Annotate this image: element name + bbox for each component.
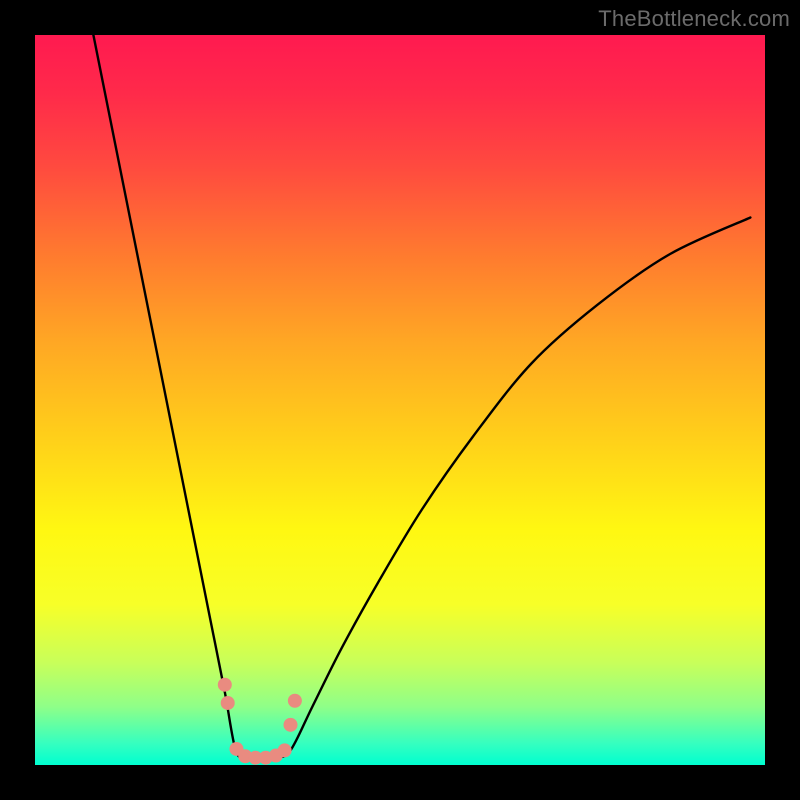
valley-marker — [218, 678, 232, 692]
valley-marker — [221, 696, 235, 710]
curve-path — [93, 35, 750, 758]
valley-marker — [288, 694, 302, 708]
bottleneck-curve — [35, 35, 765, 765]
plot-area — [35, 35, 765, 765]
watermark-text: TheBottleneck.com — [598, 6, 790, 32]
valley-marker — [278, 743, 292, 757]
chart-frame: TheBottleneck.com — [0, 0, 800, 800]
valley-marker — [284, 718, 298, 732]
